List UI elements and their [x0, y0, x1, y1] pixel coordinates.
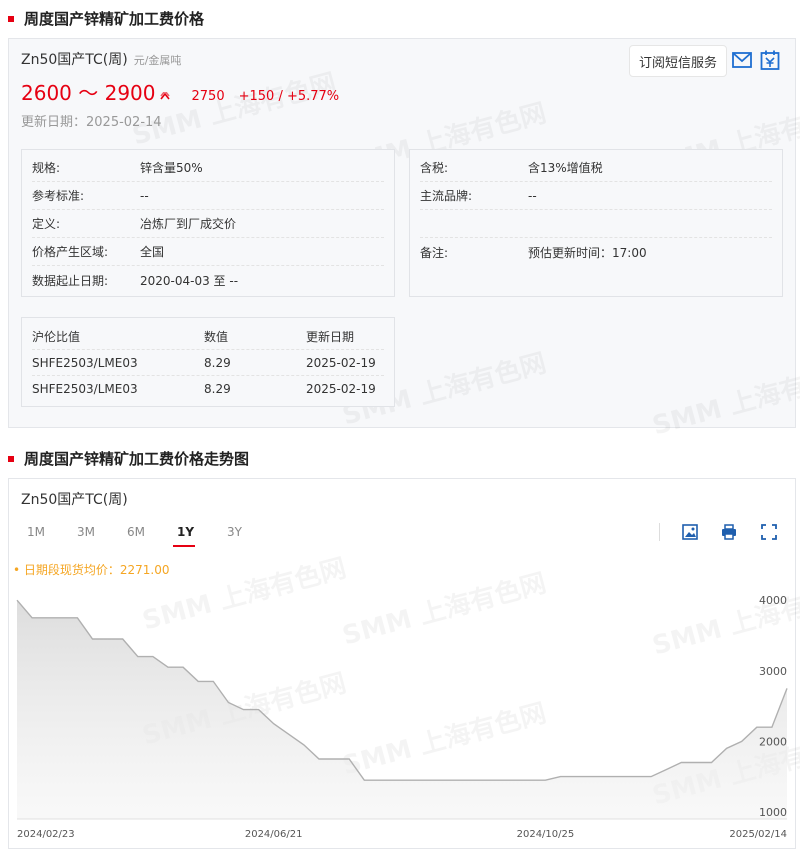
red-square-icon	[8, 455, 14, 462]
table-row: SHFE2503/LME03 8.29 2025-02-19	[32, 350, 384, 376]
spec-box-left: 规格: 锌含量50% 参考标准: -- 定义: 冶炼厂到厂成交价 价格产生区域:…	[21, 149, 395, 297]
up-arrow-icon	[159, 89, 170, 103]
spec-row: 主流品牌: --	[420, 182, 772, 210]
spec-row: 参考标准: --	[32, 182, 384, 210]
x-tick-label: 2024/02/23	[17, 829, 75, 840]
y-tick-label: 1000	[759, 806, 787, 819]
x-tick-label: 2024/10/25	[517, 829, 575, 840]
calendar-icon[interactable]	[759, 49, 781, 71]
table-row: SHFE2503/LME03 8.29 2025-02-19	[32, 382, 376, 396]
x-tick-label: 2024/06/21	[245, 829, 303, 840]
subscribe-sms-button[interactable]: 订阅短信服务	[629, 45, 727, 77]
spec-row: 价格产生区域: 全国	[32, 238, 384, 266]
price-trend-chart[interactable]: 1000 2000 3000 4000 2024/02/23 2024/06/21 2024…	[9, 479, 797, 849]
y-tick-label: 3000	[759, 665, 787, 678]
chart-area	[17, 600, 787, 819]
update-date: 更新日期：2025-02-14	[21, 115, 162, 130]
price-average: 2750	[191, 89, 225, 104]
price-range: 2600 ～ 2900	[21, 81, 156, 105]
spec-row: 含税: 含13%增值税	[420, 154, 772, 182]
spec-box-right: 含税: 含13%增值税 主流品牌: -- 备注: 预估更新时间：17:00	[409, 149, 783, 297]
mail-icon[interactable]	[731, 49, 753, 71]
watermark: SMM 上海有色网	[648, 353, 800, 443]
spec-row: 备注: 预估更新时间：17:00	[420, 245, 647, 260]
product-unit: 元/金属吨	[133, 54, 182, 67]
chart-card: Zn50国产TC(周) 1M 3M 6M 1Y 3Y • 日期段现货均价：227…	[8, 478, 800, 849]
price-change: +150 / +5.77%	[238, 89, 340, 104]
spec-row: 定义: 冶炼厂到厂成交价	[32, 210, 384, 238]
ratio-header-row: 沪伦比值 数值 更新日期	[32, 324, 384, 350]
price-row: 2600 ～ 2900 2750 +150 / +5.77%	[21, 77, 353, 106]
y-tick-label: 4000	[759, 594, 787, 607]
spec-row: 数据起止日期: 2020-04-03 至 --	[32, 273, 239, 288]
watermark: SMM 上海有色网	[128, 63, 340, 153]
spec-row	[420, 210, 772, 238]
spec-row: 规格: 锌含量50%	[32, 154, 384, 182]
red-square-icon	[8, 15, 14, 22]
section-title-price: 周度国产锌精矿加工费价格	[8, 8, 204, 29]
x-tick-label: 2025/02/14	[729, 829, 787, 840]
product-name: Zn50国产TC(周) 元/金属吨	[21, 52, 182, 68]
price-card: SMM 上海有色网 SMM 上海有色网 SMM 上海有色网 SMM 上海有色网 …	[8, 38, 800, 442]
section-title-chart: 周度国产锌精矿加工费价格走势图	[8, 448, 249, 469]
ratio-table: 沪伦比值 数值 更新日期 SHFE2503/LME03 8.29 2025-02…	[21, 317, 395, 407]
y-tick-label: 2000	[759, 735, 787, 748]
